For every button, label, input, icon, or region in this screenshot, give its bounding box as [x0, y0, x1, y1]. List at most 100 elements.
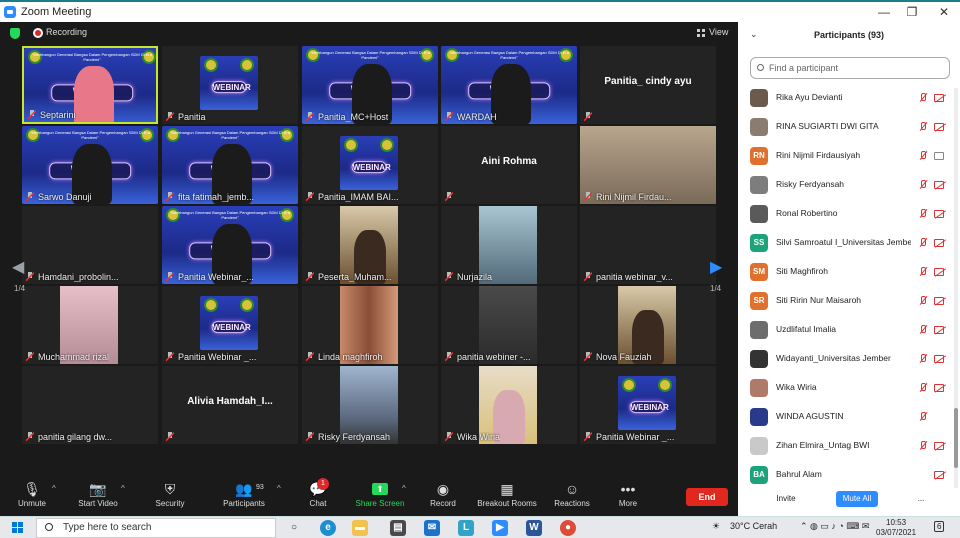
task-view-icon[interactable]: ○: [286, 520, 302, 536]
more-options-button[interactable]: ...: [910, 491, 932, 507]
microphone-muted-icon[interactable]: [918, 267, 927, 277]
video-tile[interactable]: Aini Rohma: [441, 126, 577, 204]
invite-button[interactable]: Invite: [768, 491, 804, 507]
file-explorer-icon[interactable]: ▬: [352, 520, 368, 536]
chat-button[interactable]: 💬 1 Chat: [302, 478, 334, 508]
previous-page-arrow-icon[interactable]: ◀: [12, 257, 24, 277]
record-button[interactable]: ◉ Record: [426, 480, 460, 509]
restore-button[interactable]: ❐: [898, 4, 926, 20]
taskbar-search-box[interactable]: Type here to search: [36, 518, 276, 538]
view-button[interactable]: View: [709, 27, 728, 37]
participant-row[interactable]: RN Rini Nijmil Firdausiyah: [738, 142, 956, 171]
microphone-muted-icon[interactable]: [918, 354, 927, 364]
zoom-taskbar-icon[interactable]: ▶: [492, 520, 508, 536]
breakout-rooms-button[interactable]: ▦ Breakout Rooms: [476, 480, 538, 509]
video-tile[interactable]: Alivia Hamdah_I...: [162, 366, 298, 444]
video-off-icon[interactable]: [934, 94, 944, 102]
video-tile[interactable]: panitia gilang dw...: [22, 366, 158, 444]
microphone-muted-icon[interactable]: [918, 238, 927, 248]
video-tile[interactable]: "Membangun Generasi Bangsa Dalam Pengemb…: [22, 46, 158, 124]
minimize-button[interactable]: —: [870, 4, 898, 20]
video-tile[interactable]: "Membangun Generasi Bangsa Dalam Pengemb…: [162, 126, 298, 204]
participant-row[interactable]: Ronal Robertino: [738, 200, 956, 229]
video-off-icon[interactable]: [934, 210, 944, 218]
more-button[interactable]: ••• More: [612, 480, 644, 508]
weather-label[interactable]: 30°C Cerah: [730, 521, 777, 531]
video-tile[interactable]: Muchammad rizal: [22, 286, 158, 364]
video-off-icon[interactable]: [934, 442, 944, 450]
video-off-icon[interactable]: [934, 181, 944, 189]
video-tile[interactable]: panitia webiner -...: [441, 286, 577, 364]
video-options-caret[interactable]: ^: [121, 484, 125, 493]
participant-row[interactable]: Rika Ayu Devianti: [738, 84, 956, 113]
security-shield-icon[interactable]: [10, 28, 20, 39]
participant-row[interactable]: Widayanti_Universitas Jember: [738, 345, 956, 374]
video-tile[interactable]: panitia webinar_v...: [580, 206, 716, 284]
participant-row[interactable]: Risky Ferdyansah: [738, 171, 956, 200]
participant-row[interactable]: Wika Wiria: [738, 374, 956, 403]
video-tile[interactable]: WEBINAR Panitia_IMAM BAI...: [302, 126, 438, 204]
audio-options-caret[interactable]: ^: [52, 484, 56, 493]
reactions-button[interactable]: ☺ Reactions: [552, 480, 592, 508]
store-icon[interactable]: ▤: [390, 520, 406, 536]
video-tile[interactable]: Linda maghfiroh: [302, 286, 438, 364]
chrome-icon[interactable]: ●: [560, 520, 576, 536]
participant-row[interactable]: WINDA AGUSTIN: [738, 403, 956, 432]
video-off-icon[interactable]: [934, 326, 944, 334]
participant-list-scrollbar[interactable]: [954, 88, 958, 488]
participant-row[interactable]: Uzdlifatul Imalia: [738, 316, 956, 345]
video-off-icon[interactable]: [934, 471, 944, 479]
microphone-muted-icon[interactable]: [918, 296, 927, 306]
participant-row[interactable]: SS Silvi Samroatul I_Universitas Jember: [738, 229, 956, 258]
video-tile[interactable]: WEBINAR Panitia Webinar _...: [580, 366, 716, 444]
microphone-muted-icon[interactable]: [918, 180, 927, 190]
microphone-muted-icon[interactable]: [918, 412, 927, 422]
video-off-icon[interactable]: [934, 268, 944, 276]
edge-browser-icon[interactable]: e: [320, 520, 336, 536]
video-tile[interactable]: "Membangun Generasi Bangsa Dalam Pengemb…: [22, 126, 158, 204]
participant-row[interactable]: SM Siti Maghfiroh: [738, 258, 956, 287]
video-tile[interactable]: Risky Ferdyansah: [302, 366, 438, 444]
video-tile[interactable]: Hamdani_probolin...: [22, 206, 158, 284]
participant-search-input[interactable]: Find a participant: [750, 57, 950, 79]
video-off-icon[interactable]: [934, 123, 944, 131]
windows-start-icon[interactable]: [12, 522, 23, 533]
microphone-muted-icon[interactable]: [918, 122, 927, 132]
close-button[interactable]: ✕: [930, 4, 958, 20]
mute-all-button[interactable]: Mute All: [836, 491, 878, 507]
video-off-icon[interactable]: [934, 239, 944, 247]
video-off-icon[interactable]: [934, 297, 944, 305]
security-button[interactable]: ⛨ Security: [150, 480, 190, 509]
word-icon[interactable]: W: [526, 520, 542, 536]
video-tile[interactable]: Nurjazila: [441, 206, 577, 284]
grid-view-icon[interactable]: [697, 29, 705, 37]
taskbar-clock[interactable]: 10:53 03/07/2021: [876, 518, 916, 538]
microphone-muted-icon[interactable]: [918, 325, 927, 335]
video-tile[interactable]: Peserta_Muham...: [302, 206, 438, 284]
microphone-muted-icon[interactable]: [918, 383, 927, 393]
video-tile[interactable]: WEBINAR Panitia Webinar _...: [162, 286, 298, 364]
end-meeting-button[interactable]: End: [686, 488, 728, 506]
video-off-icon[interactable]: [934, 355, 944, 363]
participant-row[interactable]: Zihan Elmira_Untag BWI: [738, 432, 956, 461]
video-on-icon[interactable]: [934, 152, 944, 160]
microphone-muted-icon[interactable]: [918, 209, 927, 219]
microphone-muted-icon[interactable]: [918, 441, 927, 451]
start-video-button[interactable]: 📷 Start Video: [74, 480, 122, 509]
video-tile[interactable]: "Membangun Generasi Bangsa Dalam Pengemb…: [162, 206, 298, 284]
next-page-arrow-icon[interactable]: ▶: [710, 257, 722, 277]
video-off-icon[interactable]: [934, 384, 944, 392]
video-tile[interactable]: Wika Wiria: [441, 366, 577, 444]
video-tile[interactable]: "Membangun Generasi Bangsa Dalam Pengemb…: [302, 46, 438, 124]
video-tile[interactable]: WEBINAR Panitia: [162, 46, 298, 124]
video-tile[interactable]: Rini Nijmil Firdau...: [580, 126, 716, 204]
share-options-caret[interactable]: ^: [402, 484, 406, 493]
share-screen-button[interactable]: ⬆ Share Screen: [352, 480, 408, 508]
video-tile[interactable]: "Membangun Generasi Bangsa Dalam Pengemb…: [441, 46, 577, 124]
tray-icons[interactable]: ⌃ ◍ ▭ ♪ ◔ ⌨ ✉: [800, 521, 869, 532]
unmute-button[interactable]: 🎙 Unmute: [12, 480, 52, 509]
microphone-muted-icon[interactable]: [918, 151, 927, 161]
video-tile[interactable]: Nova Fauziah: [580, 286, 716, 364]
participant-row[interactable]: RINA SUGIARTI DWI GITA: [738, 113, 956, 142]
participants-options-caret[interactable]: ^: [277, 484, 281, 493]
